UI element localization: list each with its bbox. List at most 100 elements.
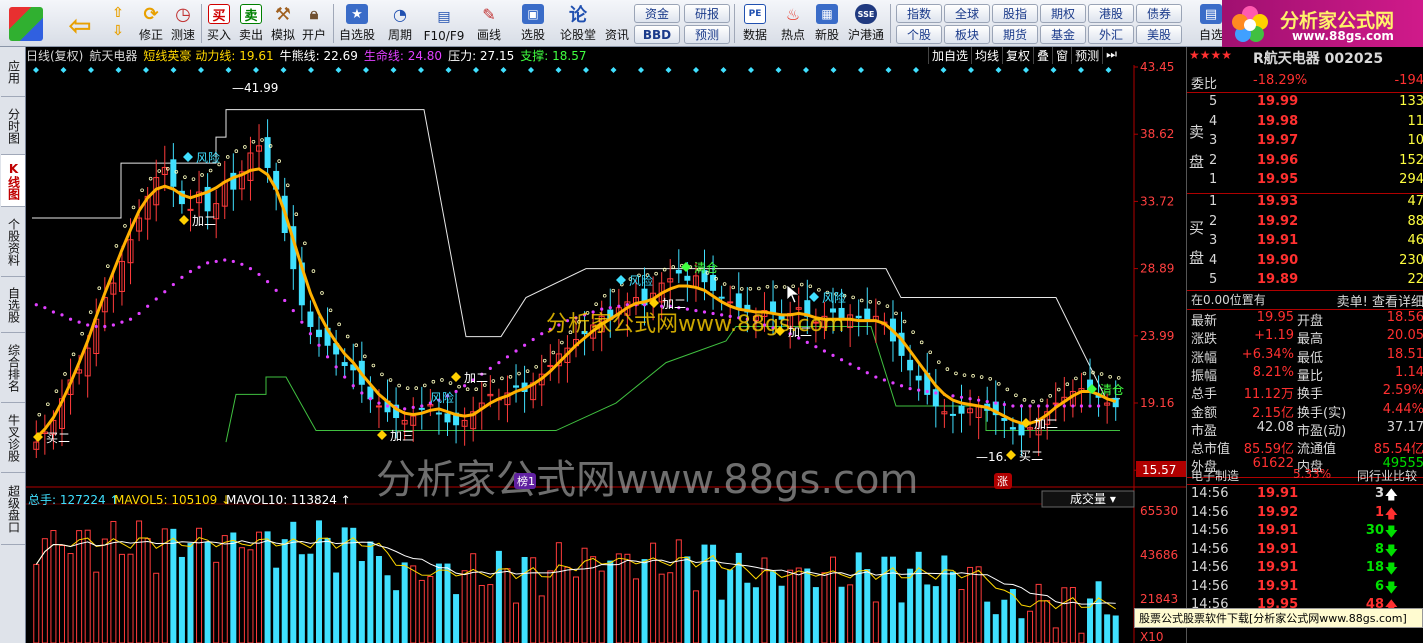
- buy-volume: 88: [1407, 213, 1423, 229]
- life-line-dot: [77, 320, 81, 324]
- open-account-button[interactable]: 🔒︎ 开户: [300, 2, 328, 45]
- adjust-button[interactable]: 复权: [1002, 47, 1033, 64]
- simulate-button[interactable]: ⚒ 模拟: [269, 2, 297, 45]
- sell-button[interactable]: 卖 卖出: [237, 2, 265, 45]
- price-tick-label: 38.62: [1140, 127, 1174, 141]
- watchlist-button[interactable]: ★ 自选股: [337, 2, 377, 45]
- draw-line-button[interactable]: ✎ 画线: [470, 2, 508, 45]
- ma-button[interactable]: 均线: [971, 47, 1002, 64]
- volume-bar: [118, 553, 125, 643]
- overlay-button[interactable]: 叠: [1033, 47, 1052, 64]
- pill-funds[interactable]: 基金: [1040, 25, 1086, 44]
- volume-bar: [504, 568, 511, 643]
- tab-apps[interactable]: 应用: [1, 47, 25, 97]
- pill-bonds[interactable]: 债券: [1136, 4, 1182, 23]
- page-up-down-button[interactable]: ⇧ ⇩: [104, 2, 132, 45]
- tab-stock-info[interactable]: 个股资料: [1, 207, 25, 277]
- volume-bar: [1018, 618, 1025, 643]
- window-button[interactable]: 窗: [1052, 47, 1071, 64]
- pill-capital[interactable]: 资金: [634, 4, 680, 23]
- pill-futures[interactable]: 期货: [992, 25, 1038, 44]
- tab-diagnosis[interactable]: 牛叉诊股: [1, 403, 25, 473]
- pill-us-stocks[interactable]: 美股: [1136, 25, 1182, 44]
- volume-mavol10: MAVOL10: 113824 ↑: [226, 493, 351, 507]
- ipo-label: 新股: [814, 28, 839, 42]
- tick-row: 14:56 19.91 8 🡇: [1187, 542, 1423, 561]
- pill-forex[interactable]: 外汇: [1088, 25, 1134, 44]
- sell-order-row: 3 19.97 10: [1187, 133, 1423, 152]
- bull-line-dot: [979, 375, 984, 379]
- stat-value-2: 37.17: [1386, 419, 1423, 435]
- data-button[interactable]: PE 数据: [738, 2, 772, 45]
- signal-diamond-icon: [995, 67, 1002, 73]
- tab-super-book[interactable]: 超级盘口: [1, 473, 25, 545]
- speedtest-button[interactable]: ◷ 测速: [168, 2, 198, 45]
- signal-diamond-icon: [143, 67, 149, 73]
- tab-watchlist[interactable]: 自选股: [1, 277, 25, 333]
- bull-line-dot: [294, 212, 299, 217]
- hotspot-button[interactable]: ♨ 热点: [776, 2, 810, 45]
- bull-line-dot: [748, 286, 753, 291]
- signal-diamond-icon: [610, 67, 617, 73]
- back-button[interactable]: ⇦: [60, 2, 100, 45]
- life-line-dot: [1028, 404, 1032, 408]
- bull-line-dot: [722, 282, 727, 286]
- speedtest-label: 测速: [170, 28, 195, 42]
- ipo-button[interactable]: ▦ 新股: [810, 2, 844, 45]
- buy-button[interactable]: 买 买入: [205, 2, 233, 45]
- forum-button[interactable]: 论 论股堂: [558, 2, 598, 45]
- add-watchlist-button[interactable]: 加自选: [928, 47, 971, 64]
- kline-chart-svg[interactable]: 43.4538.6233.7228.8923.9919.1615.5715.57…: [26, 47, 1186, 643]
- signal-diamond-icon: [665, 67, 672, 73]
- color-grid-button[interactable]: [4, 2, 48, 45]
- life-line-dot: [385, 404, 390, 408]
- volume-bar: [444, 563, 451, 643]
- indicator-name[interactable]: 短线英豪: [143, 49, 191, 63]
- pill-futures-index[interactable]: 股指: [992, 4, 1038, 23]
- stat-row: 金额 2.15亿 换手(实) 4.44%: [1187, 402, 1423, 421]
- pill-stock[interactable]: 个股: [896, 25, 942, 44]
- tab-kline[interactable]: K线图: [1, 155, 25, 207]
- pill-hk-stocks[interactable]: 港股: [1088, 4, 1134, 23]
- pill-global[interactable]: 全球: [944, 4, 990, 23]
- volume-bar: [615, 553, 622, 643]
- next-icon[interactable]: ⏭: [1102, 47, 1120, 64]
- life-line-dot: [617, 304, 621, 308]
- stat-value: 42.08: [1256, 419, 1294, 435]
- tab-intraday[interactable]: 分时图: [1, 97, 25, 155]
- pill-bbd[interactable]: BBD: [634, 25, 680, 44]
- candle-body: [513, 385, 520, 388]
- stat-row: 最新 19.95 开盘 18.56: [1187, 310, 1423, 329]
- stock-picker-button[interactable]: ▣ 选股: [513, 2, 553, 45]
- footer-banner[interactable]: 股票公式股票软件下载[分析家公式网www.88gs.com]: [1134, 608, 1423, 628]
- kline-chart-area[interactable]: 43.4538.6233.7228.8923.9919.1615.5715.57…: [26, 47, 1186, 643]
- life-line-dot: [848, 362, 852, 366]
- bull-line-dot: [1065, 382, 1070, 387]
- stat-label-2: 量比: [1297, 368, 1324, 384]
- bull-line-dot: [919, 340, 924, 345]
- predict-button[interactable]: 预测: [1071, 47, 1102, 64]
- volume-bar: [607, 560, 614, 643]
- news-button[interactable]: 资讯: [602, 2, 632, 45]
- bull-line-dot: [1074, 376, 1078, 381]
- volume-bar: [1044, 600, 1051, 643]
- pill-forecast[interactable]: 预测: [684, 25, 730, 44]
- f10-button[interactable]: ▤ F10/F9: [421, 2, 467, 45]
- volume-bar: [547, 570, 554, 643]
- risk-signal-label-2: 风险: [430, 390, 454, 405]
- pill-sector[interactable]: 板块: [944, 25, 990, 44]
- bull-line-dot: [542, 358, 547, 363]
- hk-connect-button[interactable]: SSE 沪港通: [846, 2, 886, 45]
- candle-body: [684, 275, 691, 281]
- life-line-dot: [231, 259, 235, 264]
- volume-bar: [358, 561, 365, 643]
- self-select-button[interactable]: ▤ 自选: [1198, 2, 1224, 45]
- period-button[interactable]: ◔ 周期: [382, 2, 418, 45]
- period-label[interactable]: 日线(复权): [26, 49, 83, 63]
- pill-index[interactable]: 指数: [896, 4, 942, 23]
- fix-button[interactable]: ⟳ 修正: [136, 2, 166, 45]
- pill-options[interactable]: 期权: [1040, 4, 1086, 23]
- volume-bar: [427, 576, 434, 643]
- tab-ranking[interactable]: 综合排名: [1, 333, 25, 403]
- pill-research[interactable]: 研报: [684, 4, 730, 23]
